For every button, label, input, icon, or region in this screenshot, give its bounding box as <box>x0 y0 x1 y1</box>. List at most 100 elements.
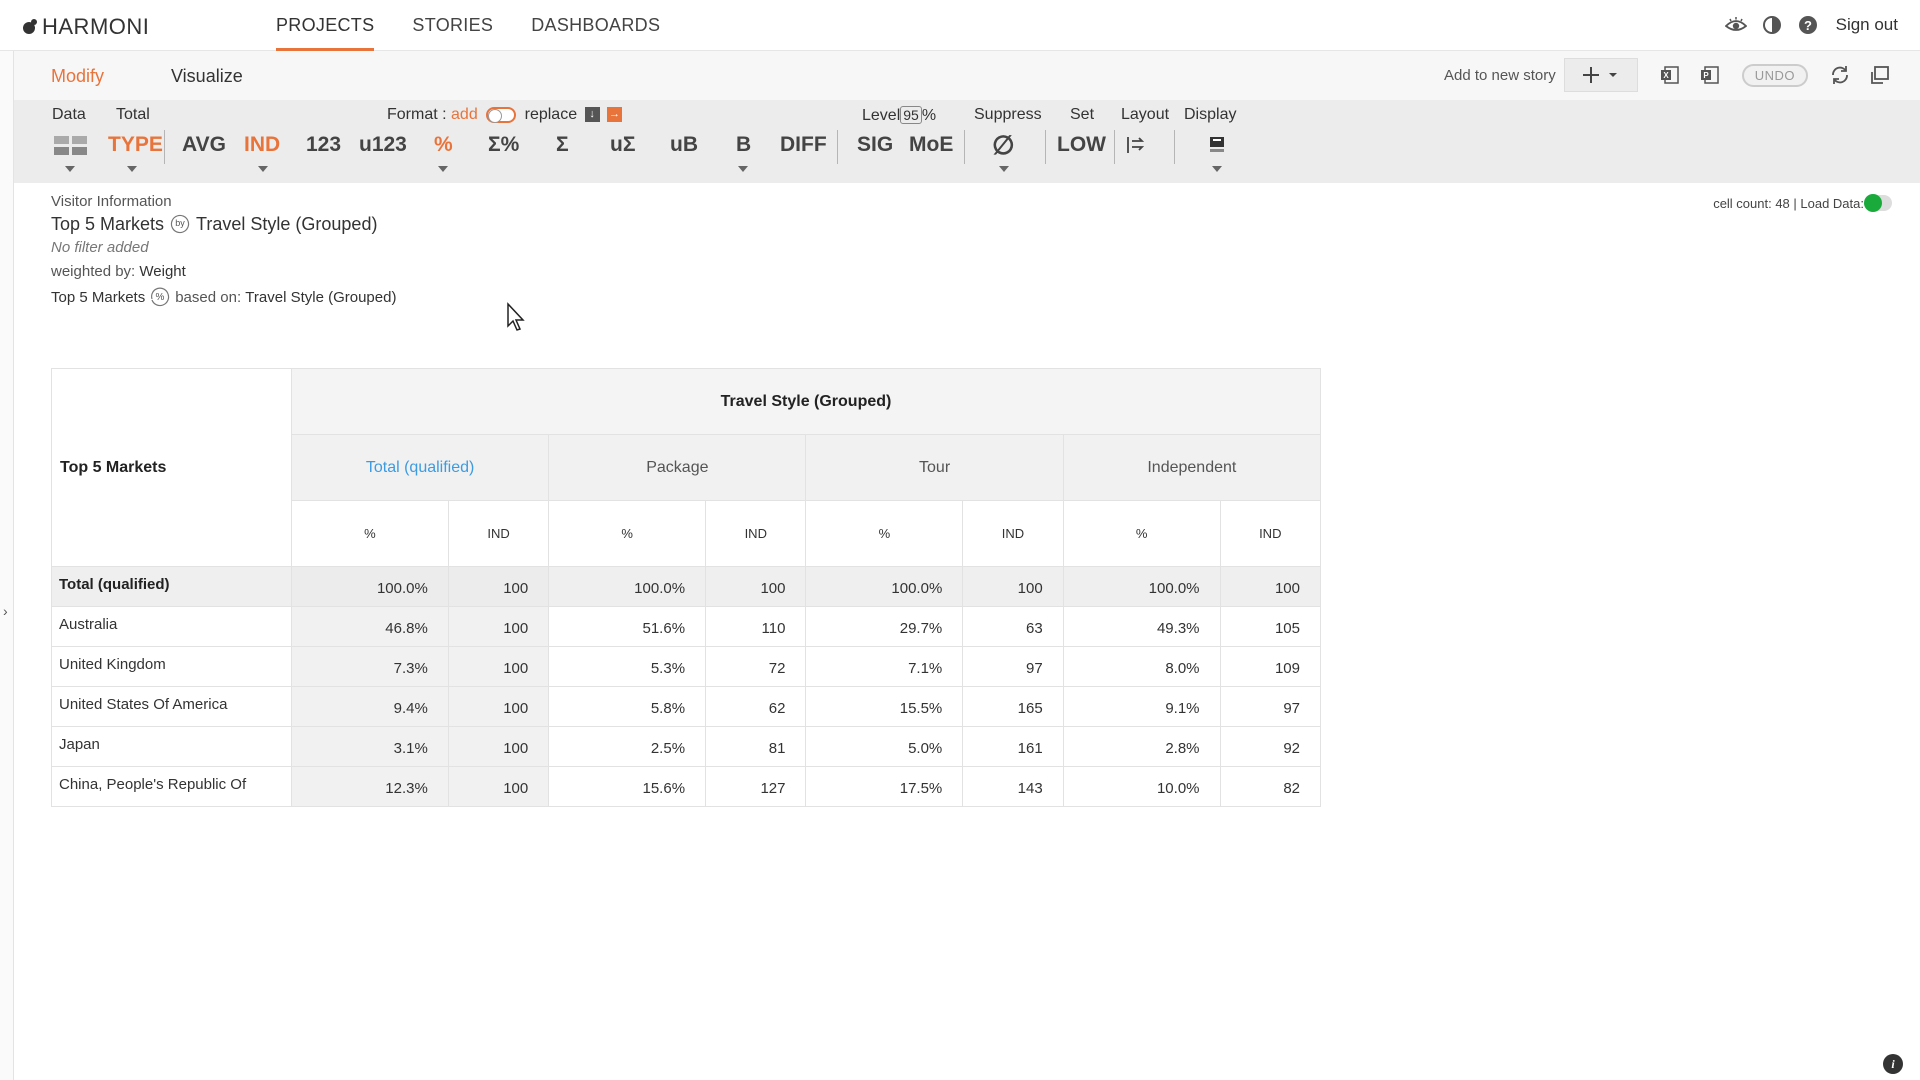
contrast-icon[interactable] <box>1760 13 1784 37</box>
table-cell: 100 <box>962 566 1064 607</box>
undo-button[interactable]: UNDO <box>1741 63 1808 87</box>
ind-button[interactable]: IND <box>244 133 280 157</box>
diff-button[interactable]: DIFF <box>780 133 827 157</box>
tab-projects[interactable]: PROJECTS <box>276 0 375 51</box>
level-label: Level <box>862 107 901 124</box>
table-cell: 7.3% <box>291 646 449 687</box>
percent-direction-icon[interactable]: % <box>149 286 171 308</box>
help-icon[interactable]: ? <box>1796 13 1820 37</box>
measure-header: IND <box>962 500 1064 567</box>
data-caret-icon[interactable] <box>65 166 75 172</box>
format-down-arrow-icon[interactable]: ↓ <box>584 107 600 123</box>
table-cell: 72 <box>705 646 807 687</box>
format-mode-toggle[interactable] <box>486 106 517 123</box>
row-label[interactable]: China, People's Republic Of <box>51 766 292 807</box>
row-label[interactable]: Japan <box>51 726 292 767</box>
layout-icon <box>1127 137 1145 153</box>
format-add-label: add <box>451 106 478 123</box>
export-excel-icon[interactable]: X <box>1656 61 1684 89</box>
suppress-caret-icon[interactable] <box>999 166 1009 172</box>
measure-header: IND <box>447 500 550 567</box>
export-powerpoint-icon[interactable]: P <box>1696 61 1724 89</box>
modify-tab[interactable]: Modify <box>51 66 104 87</box>
display-caret-icon[interactable] <box>1212 166 1222 172</box>
add-to-story-button[interactable] <box>1563 58 1638 92</box>
row-label[interactable]: United States Of America <box>51 686 292 727</box>
avg-button[interactable]: AVG <box>182 133 226 157</box>
base-button[interactable]: B <box>736 133 751 157</box>
suppress-button[interactable]: ∅ <box>992 130 1015 161</box>
svg-text:X: X <box>1663 71 1669 80</box>
table-cell: 63 <box>962 606 1064 647</box>
row-variable-name[interactable]: Top 5 Markets <box>51 214 164 235</box>
percent-caret-icon[interactable] <box>438 166 448 172</box>
base-caret-icon[interactable] <box>738 166 748 172</box>
chevron-right-icon[interactable]: › <box>3 603 8 619</box>
sig-button[interactable]: SIG <box>857 133 893 157</box>
unweighted-count-button[interactable]: u123 <box>359 133 407 157</box>
column-header[interactable]: Tour <box>805 434 1064 501</box>
weight-variable[interactable]: Weight <box>139 263 185 280</box>
layout-button[interactable] <box>1126 135 1146 160</box>
row-label[interactable]: United Kingdom <box>51 646 292 687</box>
table-cell: 100 <box>705 566 807 607</box>
table-cell: 5.3% <box>548 646 707 687</box>
table-cell: 100 <box>447 646 550 687</box>
based-on-prefix: based on: <box>175 288 242 306</box>
table-cell: 100 <box>447 686 550 727</box>
visualize-tab[interactable]: Visualize <box>171 66 243 87</box>
ind-caret-icon[interactable] <box>258 166 268 172</box>
reset-view-icon[interactable] <box>1866 61 1894 89</box>
unweighted-sum-button[interactable]: uΣ <box>610 133 635 157</box>
data-label: Data <box>52 106 86 123</box>
measure-header: % <box>805 500 964 567</box>
table-cell: 17.5% <box>805 766 964 807</box>
toolbar-separator <box>1174 130 1175 164</box>
format-control: Format : add replace ↓ → <box>387 106 623 124</box>
brand-name: HARMONI <box>42 14 150 39</box>
count-button[interactable]: 123 <box>306 133 341 157</box>
display-label: Display <box>1184 106 1237 123</box>
tab-dashboards[interactable]: DASHBOARDS <box>531 0 660 51</box>
table-cell: 15.6% <box>548 766 707 807</box>
row-label[interactable]: Australia <box>51 606 292 647</box>
data-view-button[interactable] <box>54 136 88 161</box>
format-right-arrow-icon[interactable]: → <box>607 107 623 123</box>
level-value-input[interactable]: 95 <box>900 106 922 124</box>
load-data-toggle[interactable] <box>1864 194 1892 212</box>
table-cell: 29.7% <box>805 606 964 647</box>
column-variable-name[interactable]: Travel Style (Grouped) <box>196 214 377 235</box>
display-button[interactable] <box>1208 135 1226 160</box>
level-unit: % <box>921 107 937 124</box>
measure-header: IND <box>705 500 807 567</box>
mouse-cursor-icon <box>507 302 525 331</box>
table-row: United States Of America 9.4% 100 5.8% 6… <box>51 686 1322 727</box>
tab-stories[interactable]: STORIES <box>412 0 493 51</box>
harmoni-logo[interactable]: HARMONI <box>20 14 149 40</box>
swap-by-icon[interactable]: by <box>168 213 192 235</box>
svg-text:%: % <box>156 292 165 303</box>
sum-percent-button[interactable]: Σ% <box>488 133 519 157</box>
sign-out-link[interactable]: Sign out <box>1836 15 1898 35</box>
column-group-header[interactable]: Travel Style (Grouped) <box>291 368 1321 435</box>
filter-status[interactable]: No filter added <box>51 239 396 256</box>
eye-icon[interactable] <box>1724 13 1748 37</box>
set-low-button[interactable]: LOW <box>1057 133 1106 157</box>
row-header-corner[interactable]: Top 5 Markets <box>51 368 292 567</box>
column-header[interactable]: Total (qualified) <box>290 434 550 501</box>
row-label[interactable]: Total (qualified) <box>51 566 292 607</box>
type-caret-icon[interactable] <box>127 166 137 172</box>
column-header[interactable]: Package <box>548 434 807 501</box>
weighted-prefix: weighted by: <box>51 263 136 280</box>
toolbar-separator <box>1045 130 1046 164</box>
table-cell: 100.0% <box>291 566 449 607</box>
info-icon[interactable]: i <box>1883 1054 1903 1074</box>
unweighted-base-button[interactable]: uB <box>670 133 698 157</box>
percent-button[interactable]: % <box>434 133 453 157</box>
column-header[interactable]: Independent <box>1062 434 1322 501</box>
sum-button[interactable]: Σ <box>556 133 569 157</box>
refresh-icon[interactable] <box>1826 61 1854 89</box>
toolbar-separator <box>964 130 965 164</box>
type-button[interactable]: TYPE <box>108 133 163 157</box>
moe-button[interactable]: MoE <box>909 133 953 157</box>
